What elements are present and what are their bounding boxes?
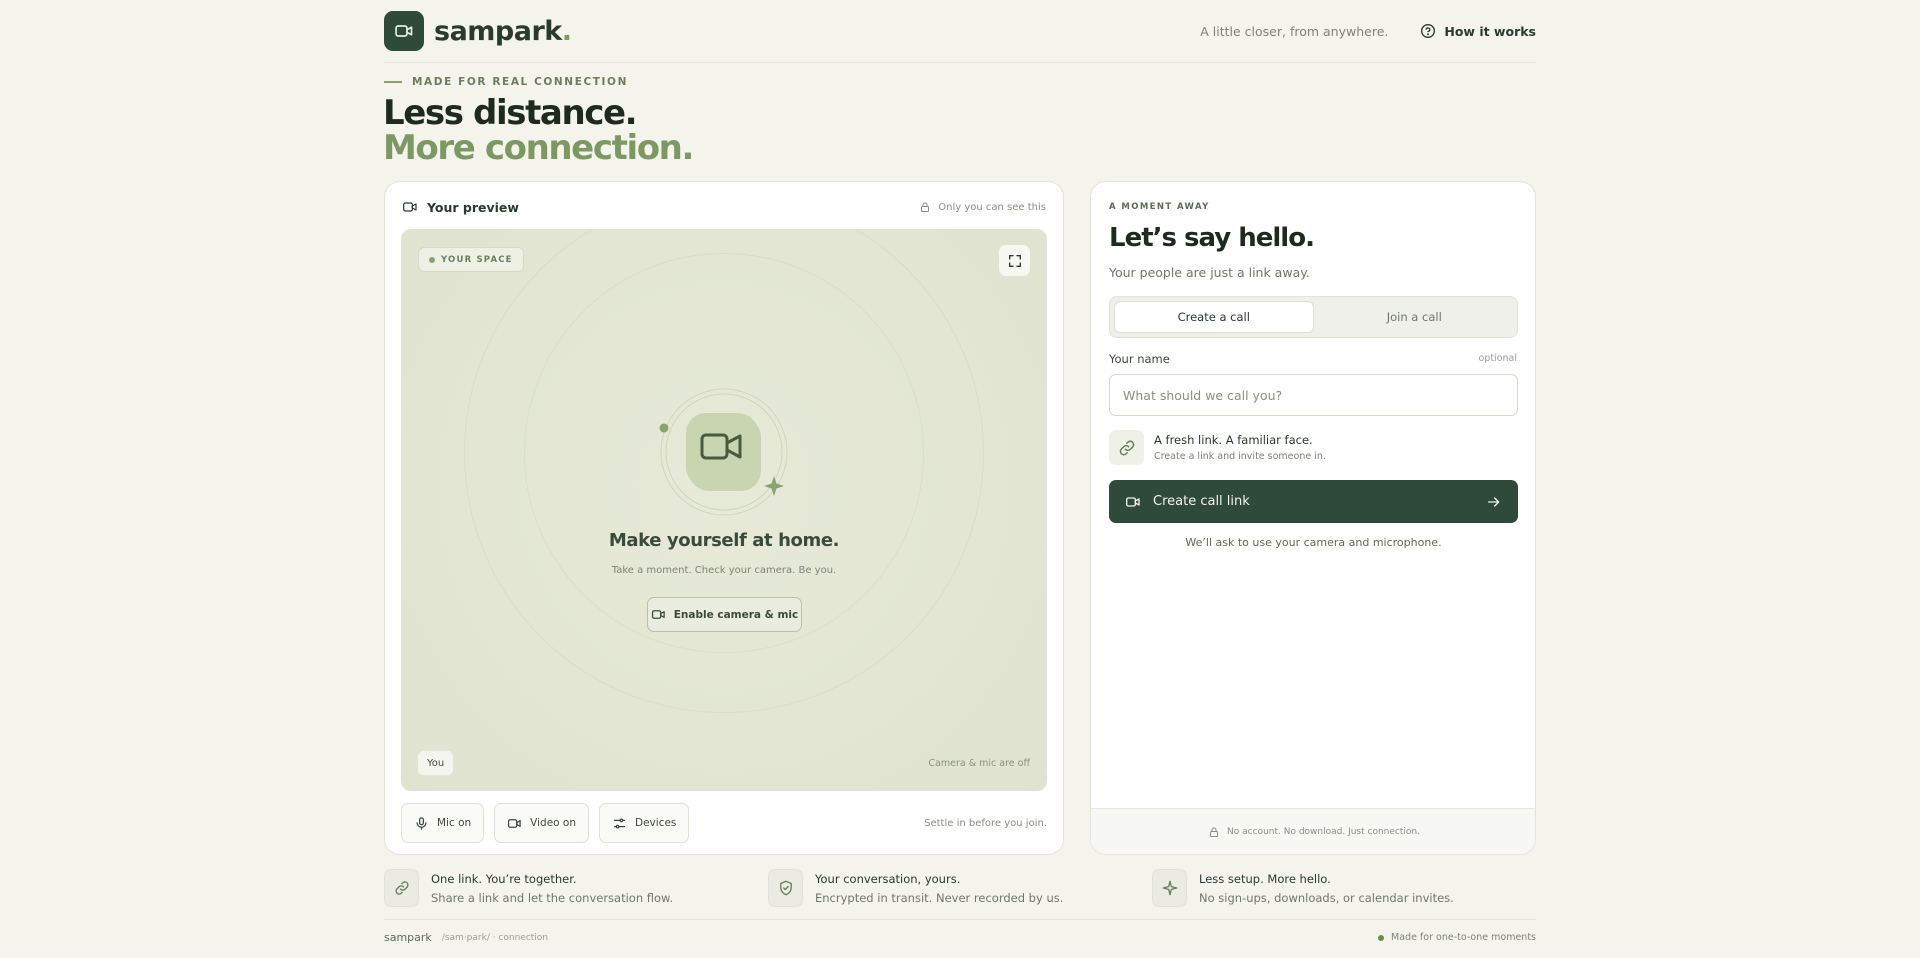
- preview-card: Your preview Only you can see this YOUR …: [384, 181, 1064, 855]
- hero-eyebrow: MADE FOR REAL CONNECTION: [384, 76, 628, 88]
- tab-join-call[interactable]: Join a call: [1316, 301, 1514, 333]
- feature-subtitle: Share a link and let the conversation fl…: [431, 890, 674, 905]
- video-stage: YOUR SPACE Make yourself at home. Take a…: [401, 229, 1047, 791]
- fullscreen-button[interactable]: [999, 245, 1030, 276]
- settle-note: Settle in before you join.: [924, 817, 1047, 829]
- footer-brand: sampark: [384, 931, 432, 944]
- feature-subtitle: No sign-ups, downloads, or calendar invi…: [1199, 890, 1454, 905]
- video-toggle-button[interactable]: Video on: [494, 803, 590, 843]
- call-card: A MOMENT AWAY Let’s say hello. Your peop…: [1090, 181, 1536, 855]
- video-icon: [651, 610, 665, 619]
- logo-video-icon: [384, 11, 424, 51]
- link-icon: [384, 869, 419, 907]
- call-eyebrow: A MOMENT AWAY: [1109, 202, 1210, 212]
- your-space-badge: YOUR SPACE: [418, 247, 524, 272]
- page: sampark. A little closer, from anywhere.…: [383, 0, 1536, 958]
- preview-header: Your preview Only you can see this: [402, 199, 1046, 215]
- call-subtitle: Your people are just a link away.: [1109, 265, 1310, 280]
- video-icon: [1126, 496, 1140, 507]
- video-icon: [403, 202, 417, 212]
- video-icon: [508, 818, 521, 828]
- lock-icon: [1210, 827, 1219, 837]
- name-label: Your name: [1109, 352, 1170, 366]
- lock-icon: [921, 202, 930, 212]
- name-input[interactable]: [1109, 374, 1518, 416]
- feature-item: Less setup. More hello. No sign-ups, dow…: [1152, 868, 1536, 908]
- fresh-link-title: A fresh link. A familiar face.: [1154, 433, 1313, 447]
- footer-pronunciation: /sam·park/ · connection: [441, 932, 549, 943]
- fullscreen-icon: [1008, 254, 1021, 267]
- you-label: You: [418, 751, 454, 775]
- help-circle-icon: [1421, 24, 1436, 38]
- tagline: A little closer, from anywhere.: [1200, 23, 1389, 39]
- tab-create-call[interactable]: Create a call: [1114, 301, 1314, 333]
- feature-title: One link. You’re together.: [431, 871, 577, 886]
- brand-name: sampark.: [434, 15, 572, 47]
- footer-note: Made for one-to-one moments: [1378, 932, 1536, 943]
- preview-title: Your preview: [402, 199, 519, 215]
- microphone-icon: [416, 816, 427, 830]
- preview-controls: Mic on Video on Devices Settle in before…: [401, 803, 1047, 843]
- feature-list: One link. You’re together. Share a link …: [384, 868, 1536, 908]
- arrow-right-icon: [1486, 494, 1502, 510]
- feature-title: Your conversation, yours.: [815, 871, 961, 886]
- enable-camera-mic-button[interactable]: Enable camera & mic: [647, 597, 802, 632]
- link-icon: [1109, 430, 1144, 465]
- preview-heading: Make yourself at home.: [608, 530, 840, 551]
- shield-check-icon: [768, 869, 803, 907]
- preview-subheading: Take a moment. Check your camera. Be you…: [611, 565, 837, 576]
- fresh-link-info: A fresh link. A familiar face. Create a …: [1109, 430, 1326, 465]
- create-call-link-button[interactable]: Create call link: [1109, 480, 1518, 523]
- how-it-works-link[interactable]: How it works: [1420, 23, 1536, 39]
- hero-line-1: Less distance.: [383, 93, 638, 133]
- top-bar: sampark. A little closer, from anywhere.…: [384, 11, 1536, 51]
- status-dot: [1378, 934, 1385, 941]
- sparkle-icon: [1152, 869, 1187, 907]
- header-right: A little closer, from anywhere. How it w…: [1200, 23, 1536, 39]
- call-card-footer: No account. No download. Just connection…: [1091, 808, 1535, 854]
- devices-button[interactable]: Devices: [599, 803, 690, 843]
- mic-toggle-button[interactable]: Mic on: [401, 803, 485, 843]
- permission-note: We’ll ask to use your camera and microph…: [1185, 536, 1442, 549]
- optional-label: optional: [1478, 353, 1517, 364]
- feature-title: Less setup. More hello.: [1199, 871, 1331, 886]
- sliders-icon: [613, 818, 626, 828]
- brand[interactable]: sampark.: [384, 11, 572, 51]
- fresh-link-subtitle: Create a link and invite someone in.: [1154, 451, 1326, 462]
- feature-item: One link. You’re together. Share a link …: [384, 868, 768, 908]
- private-note: Only you can see this: [919, 201, 1046, 213]
- hero-line-2: More connection.: [383, 128, 694, 168]
- camera-illustration-icon: [659, 388, 788, 516]
- eyebrow-line: [384, 81, 402, 83]
- call-mode-tabs: Create a call Join a call: [1109, 296, 1518, 338]
- camera-status: Camera & mic are off: [928, 758, 1030, 769]
- footer: sampark /sam·park/ · connection Made for…: [384, 931, 1536, 944]
- feature-subtitle: Encrypted in transit. Never recorded by …: [815, 890, 1064, 905]
- feature-item: Your conversation, yours. Encrypted in t…: [768, 868, 1152, 908]
- call-title: Let’s say hello.: [1109, 223, 1315, 253]
- header-divider: [384, 62, 1536, 63]
- status-dot: [429, 256, 435, 263]
- footer-divider: [384, 919, 1536, 920]
